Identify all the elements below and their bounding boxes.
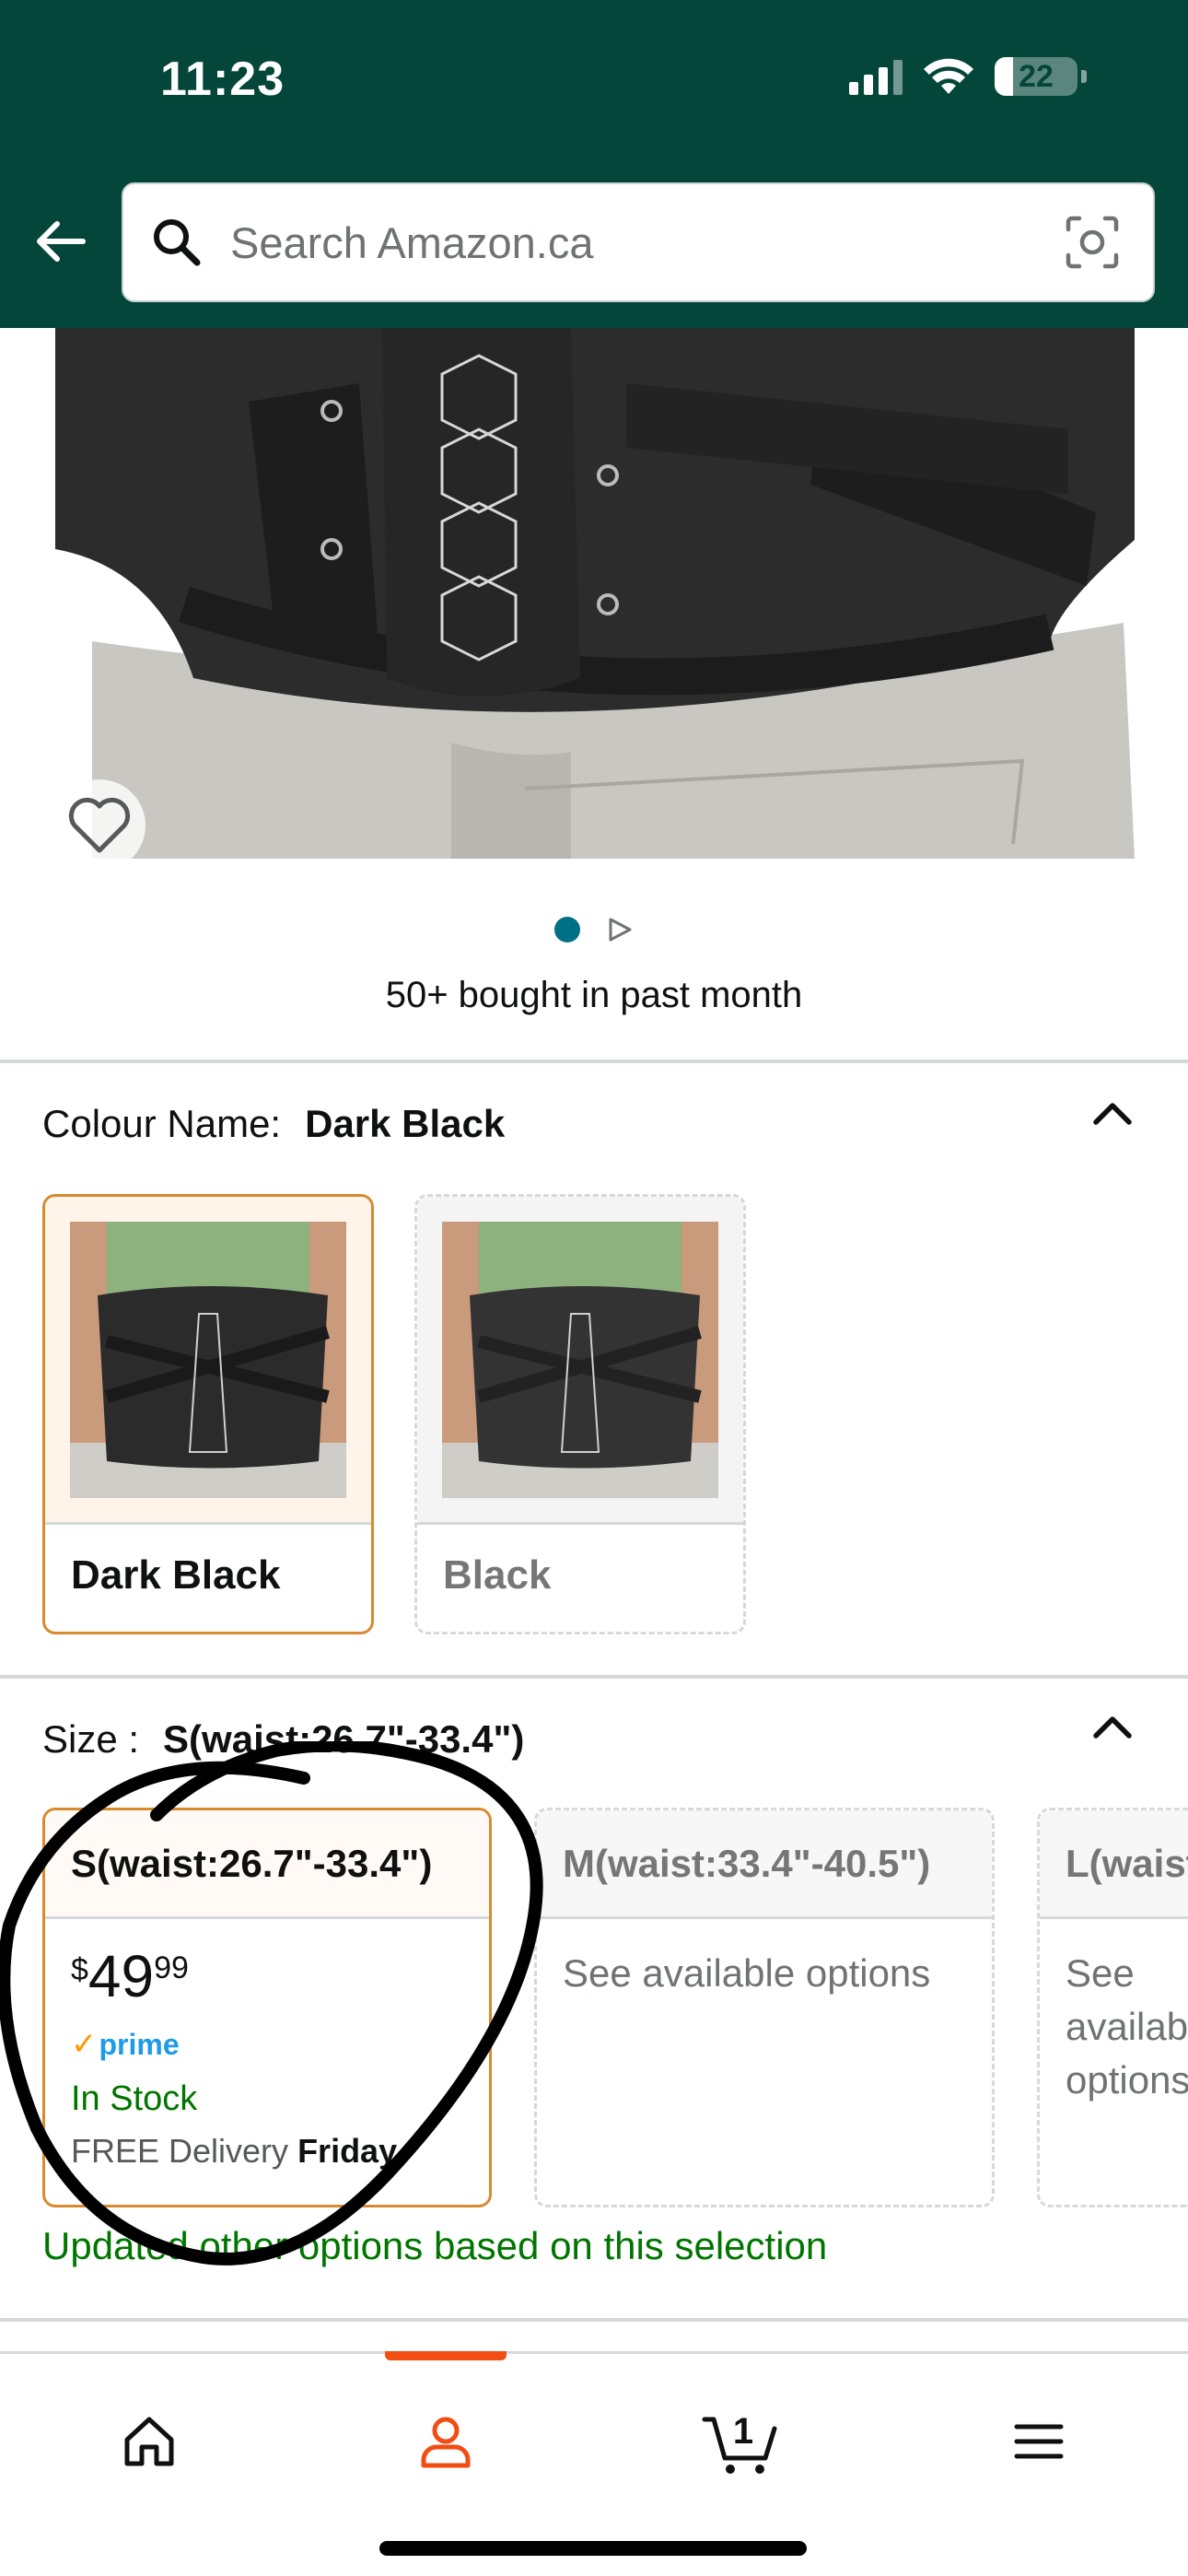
size-option-s[interactable]: S(waist:26.7"-33.4") $ 49 99 ✓ prime In … bbox=[42, 1808, 492, 2207]
colour-option-label: Dark Black bbox=[71, 1552, 281, 1598]
colour-thumbnail bbox=[45, 1197, 371, 1525]
product-image[interactable] bbox=[55, 328, 1135, 859]
battery-icon: 22 bbox=[995, 57, 1077, 96]
colour-option-black[interactable]: Black bbox=[414, 1194, 746, 1634]
bought-count: 50+ bought in past month bbox=[385, 975, 803, 1015]
size-option-m[interactable]: M(waist:33.4"-40.5") See available optio… bbox=[534, 1808, 995, 2207]
battery-level: 22 bbox=[1019, 58, 1054, 94]
back-brace-photo bbox=[55, 328, 1135, 859]
account-icon[interactable] bbox=[400, 2400, 492, 2483]
image-dot-active[interactable] bbox=[554, 917, 580, 943]
prime-label: prime bbox=[99, 2027, 180, 2061]
delivery-day: Friday bbox=[297, 2132, 398, 2170]
arrow-left-icon[interactable] bbox=[31, 212, 90, 271]
active-tab-indicator bbox=[385, 2351, 507, 2360]
menu-icon[interactable] bbox=[993, 2400, 1085, 2483]
colour-thumbnail bbox=[417, 1197, 743, 1525]
cart-count: 1 bbox=[733, 2411, 753, 2452]
colour-section-label: Colour Name: Dark Black bbox=[42, 1102, 505, 1146]
stock-status: In Stock bbox=[71, 2079, 198, 2118]
camera-lens-icon[interactable] bbox=[1063, 213, 1122, 272]
divider bbox=[0, 1060, 1188, 1063]
video-play-icon[interactable] bbox=[606, 916, 634, 943]
availability-text: See available options bbox=[563, 1951, 931, 1995]
delivery-prefix: FREE Delivery bbox=[71, 2132, 289, 2170]
price-whole: 49 bbox=[87, 1943, 155, 2009]
search-placeholder: Search Amazon.ca bbox=[230, 217, 594, 267]
size-selected-value: S(waist:26.7"-33.4") bbox=[163, 1717, 525, 1761]
chevron-up-icon[interactable] bbox=[1089, 1704, 1136, 1752]
home-icon[interactable] bbox=[103, 2400, 195, 2483]
chevron-up-icon[interactable] bbox=[1089, 1091, 1136, 1139]
status-icons: 22 bbox=[849, 57, 1087, 96]
size-section-label: Size : S(waist:26.7"-33.4") bbox=[42, 1717, 524, 1762]
price: $ 49 99 bbox=[71, 1947, 463, 2006]
colour-label: Colour Name: bbox=[42, 1102, 282, 1145]
colour-selected-value: Dark Black bbox=[305, 1102, 506, 1145]
top-bar: 11:23 22 Search Amazon.ca bbox=[0, 0, 1188, 328]
prime-badge: ✓ prime bbox=[71, 2026, 463, 2063]
cellular-signal-icon bbox=[849, 58, 903, 95]
divider bbox=[0, 1675, 1188, 1679]
size-option-label: M(waist:33.4"-40.5") bbox=[537, 1810, 992, 1919]
availability-text: See available options bbox=[1066, 1951, 1188, 2102]
image-pagination bbox=[0, 916, 1188, 943]
wifi-icon bbox=[924, 58, 973, 94]
updated-options-note: Updated other options based on this sele… bbox=[42, 2224, 828, 2267]
delivery-info: FREE Delivery Friday bbox=[71, 2132, 463, 2171]
search-input[interactable]: Search Amazon.ca bbox=[122, 182, 1155, 302]
magnifier-icon bbox=[154, 219, 201, 266]
size-option-label: S(waist:26.7"-33.4") bbox=[45, 1810, 489, 1919]
cart-icon[interactable]: 1 bbox=[696, 2400, 788, 2483]
divider bbox=[0, 2318, 1188, 2322]
wishlist-heart-icon[interactable] bbox=[53, 779, 146, 872]
colour-option-label: Black bbox=[443, 1552, 552, 1598]
status-time: 11:23 bbox=[160, 53, 285, 106]
prime-check-icon: ✓ bbox=[71, 2027, 98, 2062]
price-symbol: $ bbox=[71, 1952, 88, 1987]
size-label: Size : bbox=[42, 1717, 140, 1761]
size-option-label: L(waist:40.5"-47.6") bbox=[1040, 1810, 1188, 1919]
size-option-l[interactable]: L(waist:40.5"-47.6") See available optio… bbox=[1037, 1808, 1188, 2207]
home-indicator[interactable] bbox=[379, 2541, 807, 2556]
price-fraction: 99 bbox=[154, 1950, 189, 1985]
colour-option-dark-black[interactable]: Dark Black bbox=[42, 1194, 374, 1634]
